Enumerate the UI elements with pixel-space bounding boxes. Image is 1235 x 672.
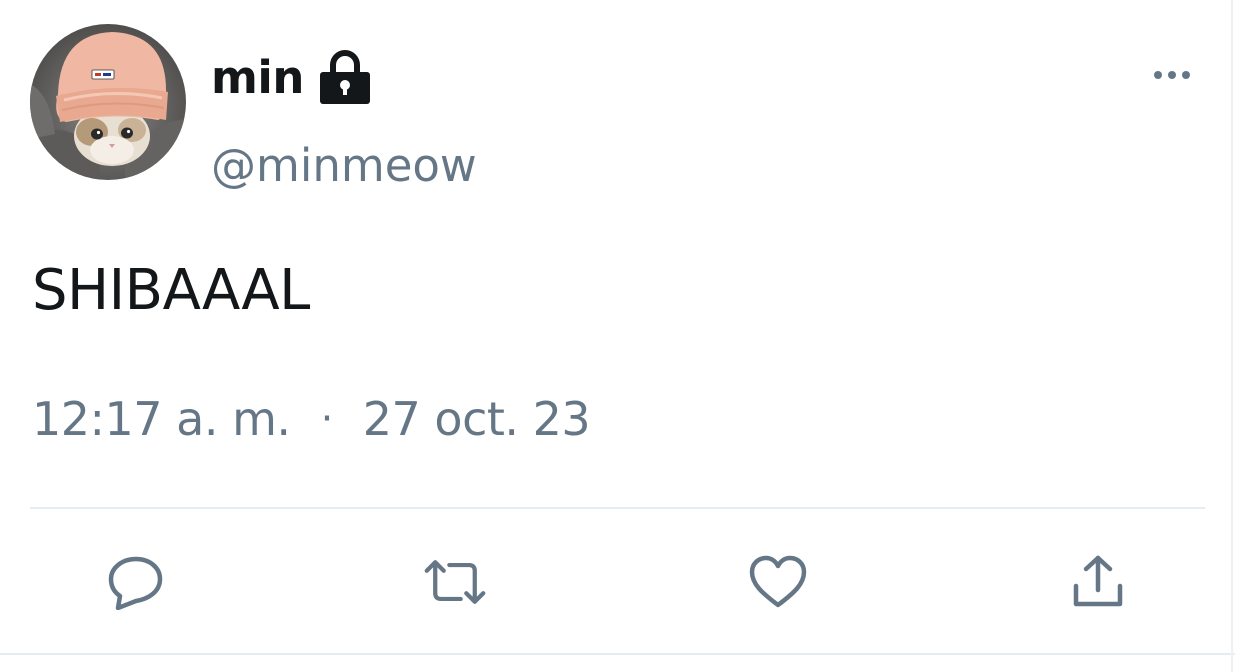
display-name[interactable]: min	[211, 48, 304, 108]
bottom-divider	[0, 653, 1235, 655]
tweet-timestamp[interactable]: 12:17 a. m. · 27 oct. 23	[32, 388, 591, 450]
author-name-row: min	[211, 48, 372, 108]
timestamp-separator: ·	[320, 396, 334, 442]
retweet-button[interactable]	[423, 552, 487, 612]
tweet-date: 27 oct. 23	[362, 392, 591, 446]
avatar[interactable]	[30, 24, 186, 180]
right-edge-border	[1231, 0, 1233, 672]
reply-icon	[108, 556, 163, 610]
share-icon	[1073, 555, 1123, 607]
like-icon	[749, 555, 807, 608]
user-handle[interactable]: @minmeow	[211, 136, 477, 196]
divider	[30, 507, 1205, 509]
more-options-button[interactable]	[1150, 60, 1194, 90]
lock-icon	[318, 50, 372, 106]
retweet-icon	[424, 560, 486, 604]
share-button[interactable]	[1066, 552, 1130, 612]
tweet-text: SHIBAAAL	[32, 258, 310, 323]
cat-in-beanie-avatar-icon	[30, 24, 186, 180]
tweet-time: 12:17 a. m.	[32, 392, 291, 446]
tweet-card: min @minmeow SHIBAAAL 12:17 a. m. · 27 o…	[0, 0, 1235, 672]
like-button[interactable]	[746, 552, 810, 612]
reply-button[interactable]	[104, 552, 168, 612]
more-options-icon	[1154, 71, 1190, 79]
